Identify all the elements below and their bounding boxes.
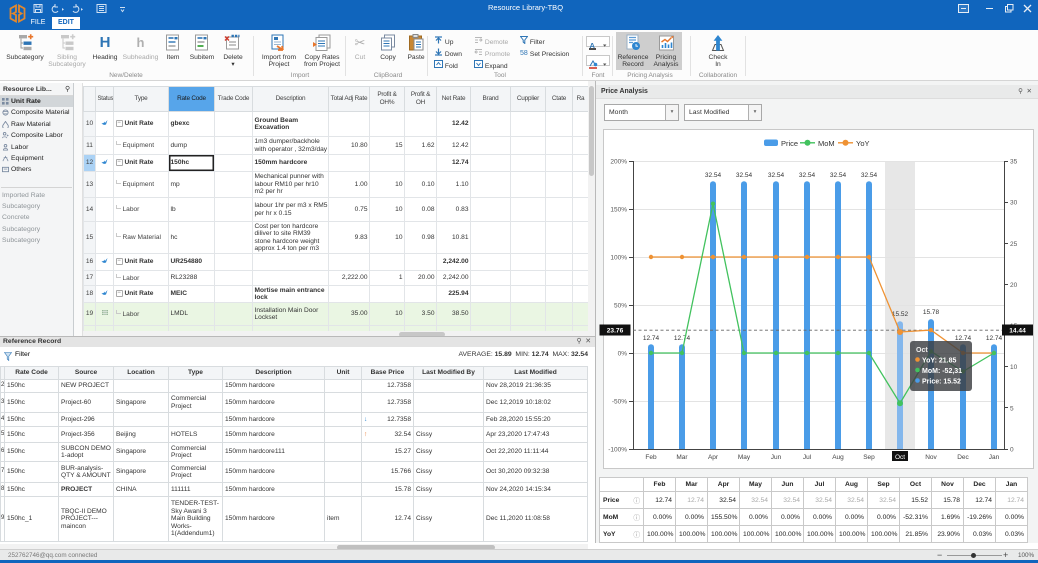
svg-text:Dec: Dec xyxy=(957,454,969,461)
svg-text:-50%: -50% xyxy=(612,399,627,406)
svg-text:32.54: 32.54 xyxy=(830,172,847,179)
svg-text:12.74: 12.74 xyxy=(955,335,972,342)
svg-text:MoM: MoM xyxy=(818,139,835,148)
svg-text:15.78: 15.78 xyxy=(923,309,940,316)
svg-text:0: 0 xyxy=(1010,447,1014,454)
svg-text:MoM: -52,31: MoM: -52,31 xyxy=(922,368,962,375)
svg-text:14.44: 14.44 xyxy=(1009,328,1026,335)
svg-text:5: 5 xyxy=(1010,405,1014,412)
svg-text:Price: 15.52: Price: 15.52 xyxy=(922,379,961,386)
svg-text:23.76: 23.76 xyxy=(607,328,624,335)
svg-text:32.54: 32.54 xyxy=(705,172,722,179)
svg-text:May: May xyxy=(738,454,751,461)
svg-text:35: 35 xyxy=(1010,159,1018,166)
svg-text:0%: 0% xyxy=(618,351,628,358)
svg-text:30: 30 xyxy=(1010,200,1018,207)
svg-text:32.54: 32.54 xyxy=(861,172,878,179)
svg-text:Aug: Aug xyxy=(832,454,844,461)
svg-text:32.54: 32.54 xyxy=(768,172,785,179)
svg-text:50%: 50% xyxy=(614,303,627,310)
svg-text:12.74: 12.74 xyxy=(643,335,660,342)
svg-text:YoY: 21.85: YoY: 21.85 xyxy=(922,358,956,365)
svg-text:Sep: Sep xyxy=(863,454,875,461)
svg-text:Apr: Apr xyxy=(708,454,719,461)
svg-text:12.74: 12.74 xyxy=(674,335,691,342)
svg-text:Mar: Mar xyxy=(676,454,688,461)
svg-text:Oct: Oct xyxy=(895,454,905,461)
svg-text:10: 10 xyxy=(1010,364,1018,371)
svg-text:32.54: 32.54 xyxy=(799,172,816,179)
svg-text:100%: 100% xyxy=(610,255,627,262)
svg-text:20: 20 xyxy=(1010,282,1018,289)
svg-text:Jan: Jan xyxy=(989,454,1000,461)
svg-text:Jul: Jul xyxy=(803,454,812,461)
svg-text:25: 25 xyxy=(1010,241,1018,248)
svg-text:12.74: 12.74 xyxy=(986,335,1003,342)
svg-text:Nov: Nov xyxy=(925,454,937,461)
svg-text:150%: 150% xyxy=(610,207,627,214)
svg-text:YoY: YoY xyxy=(856,139,870,148)
svg-text:Price: Price xyxy=(781,139,798,148)
svg-text:-100%: -100% xyxy=(608,447,627,454)
svg-text:Oct: Oct xyxy=(916,347,928,354)
svg-text:200%: 200% xyxy=(610,159,627,166)
svg-text:Jun: Jun xyxy=(771,454,782,461)
svg-text:58: 58 xyxy=(520,50,528,56)
svg-text:Feb: Feb xyxy=(645,454,657,461)
svg-text:32.54: 32.54 xyxy=(736,172,753,179)
